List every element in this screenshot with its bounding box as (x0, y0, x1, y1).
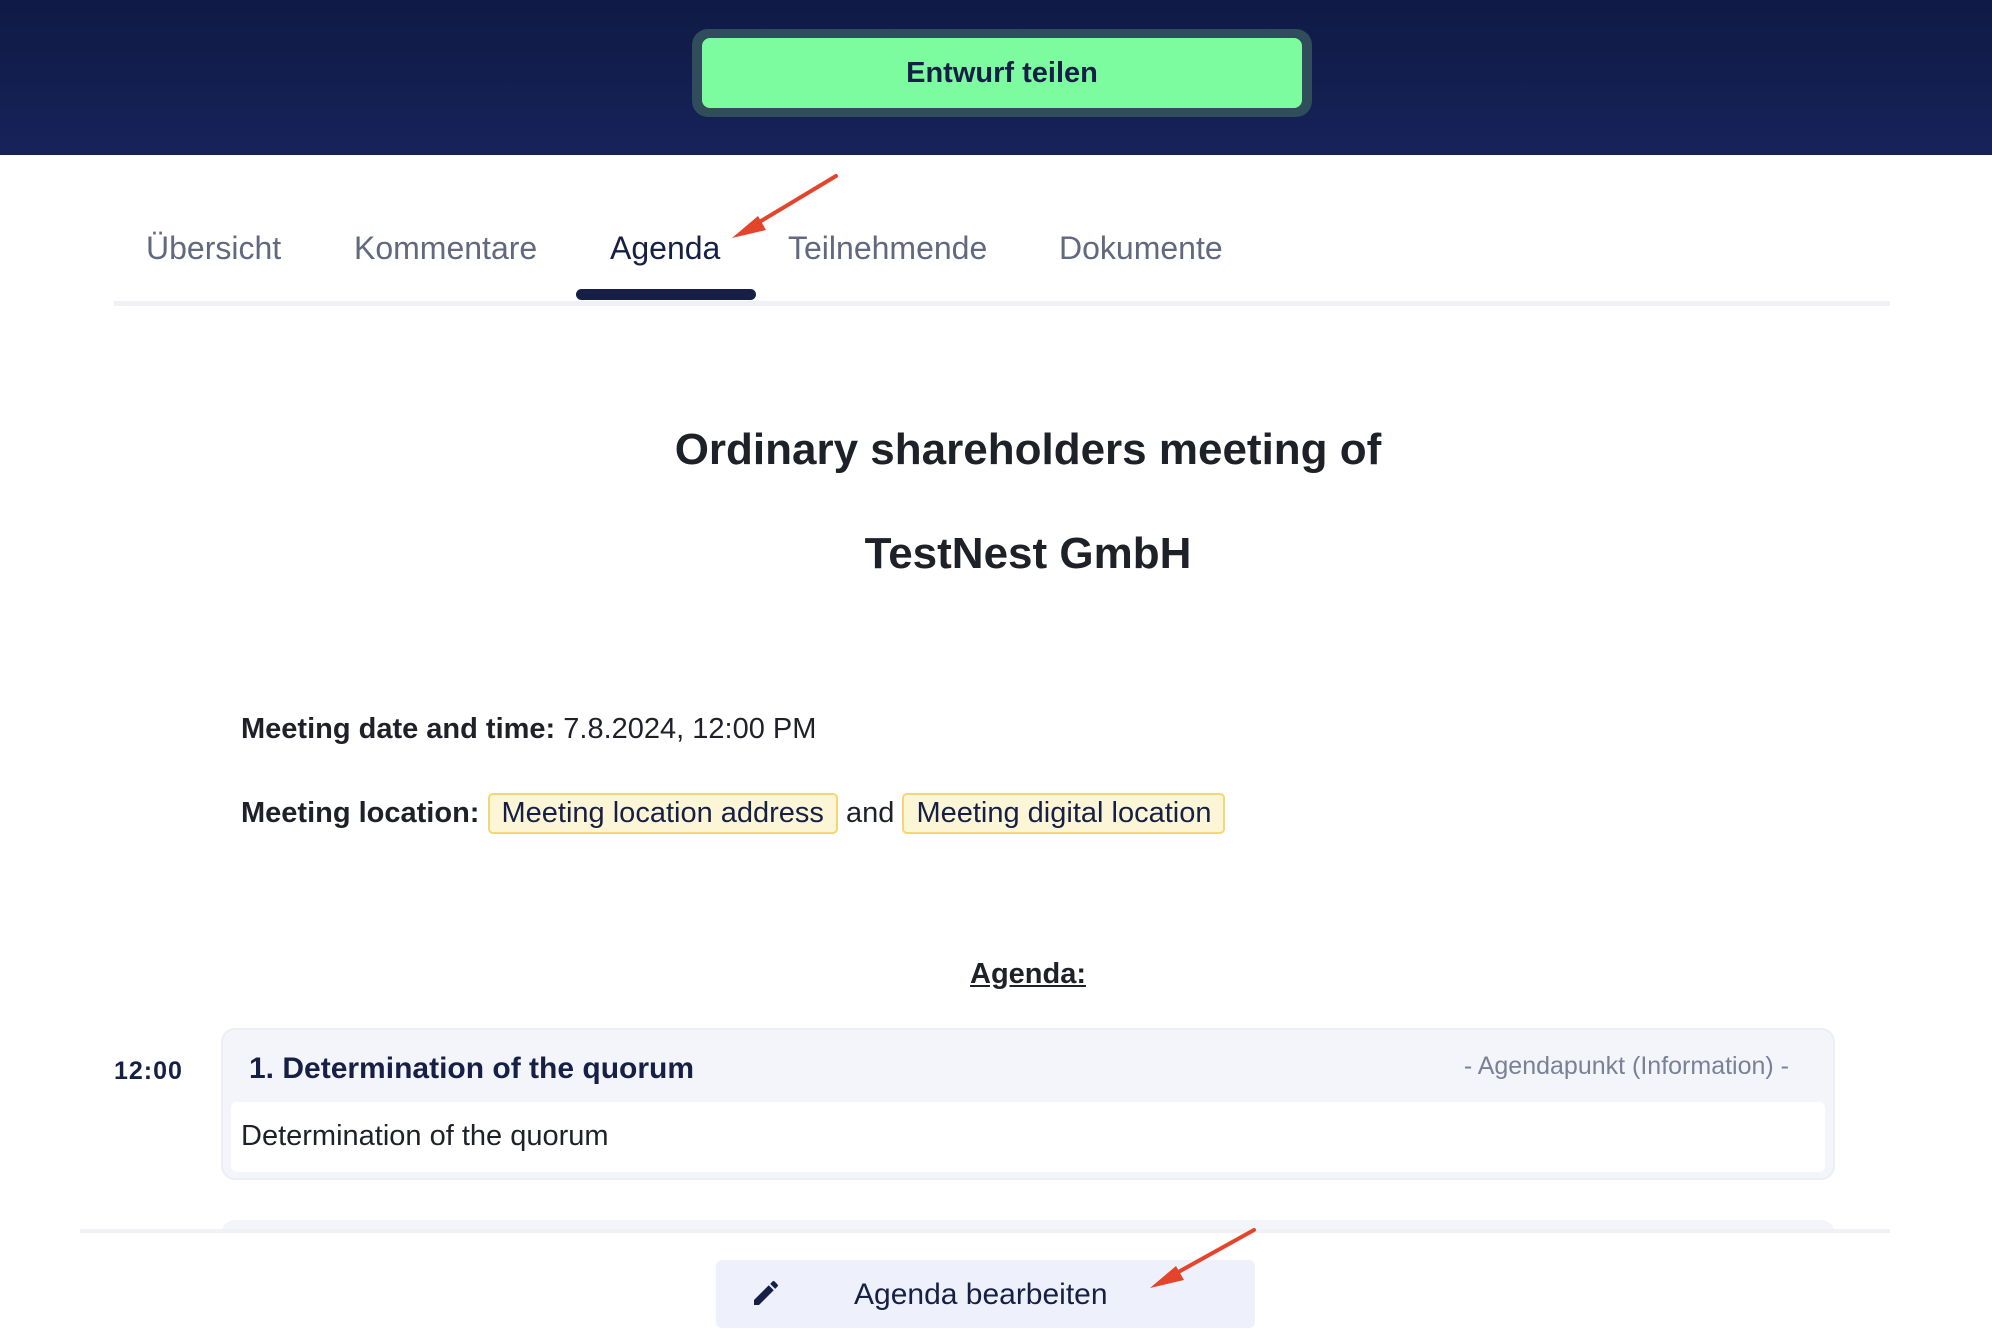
meeting-location-label: Meeting location: (241, 797, 480, 829)
agenda-item-type: - Agendapunkt (Information) - (1463, 1052, 1789, 1080)
document-title-line-1: Ordinary shareholders meeting of (674, 425, 1382, 474)
top-header: Entwurf teilen (0, 0, 1992, 155)
tab-comments[interactable]: Kommentare (354, 230, 537, 267)
active-tab-indicator (576, 289, 756, 300)
document-title-line-2: TestNest GmbH (864, 529, 1192, 578)
tab-bar: Übersicht Kommentare Agenda Teilnehmende… (114, 200, 1890, 306)
agenda-item-title: 1. Determination of the quorum (249, 1052, 695, 1085)
meeting-location-address-chip[interactable]: Meeting location address (487, 793, 838, 835)
tab-documents[interactable]: Dokumente (1059, 230, 1223, 267)
meeting-location-line: Meeting location: Meeting location addre… (241, 793, 1226, 835)
share-draft-button[interactable]: Entwurf teilen (702, 38, 1302, 108)
edit-agenda-label: Agenda bearbeiten (854, 1278, 1108, 1311)
meeting-location-joiner: and (846, 797, 895, 829)
pencil-icon (754, 1280, 779, 1305)
meeting-date-value: 7.8.2024, 12:00 PM (563, 713, 817, 745)
annotation-arrow-icon (732, 174, 838, 238)
agenda-heading: Agenda: (970, 958, 1086, 990)
annotation-arrow-icon (1150, 1228, 1256, 1288)
tab-overview[interactable]: Übersicht (146, 230, 281, 267)
meeting-date-line: Meeting date and time: 7.8.2024, 12:00 P… (241, 713, 816, 746)
meeting-date-label: Meeting date and time: (241, 713, 556, 745)
agenda-item-description: Determination of the quorum (231, 1102, 1825, 1172)
agenda-item-card[interactable]: 1. Determination of the quorum - Agendap… (221, 1028, 1835, 1180)
share-draft-button-frame: Entwurf teilen (692, 29, 1312, 117)
meeting-digital-location-chip[interactable]: Meeting digital location (902, 793, 1226, 835)
tab-agenda[interactable]: Agenda (610, 230, 720, 267)
agenda-item-time: 12:00 (114, 1057, 183, 1085)
